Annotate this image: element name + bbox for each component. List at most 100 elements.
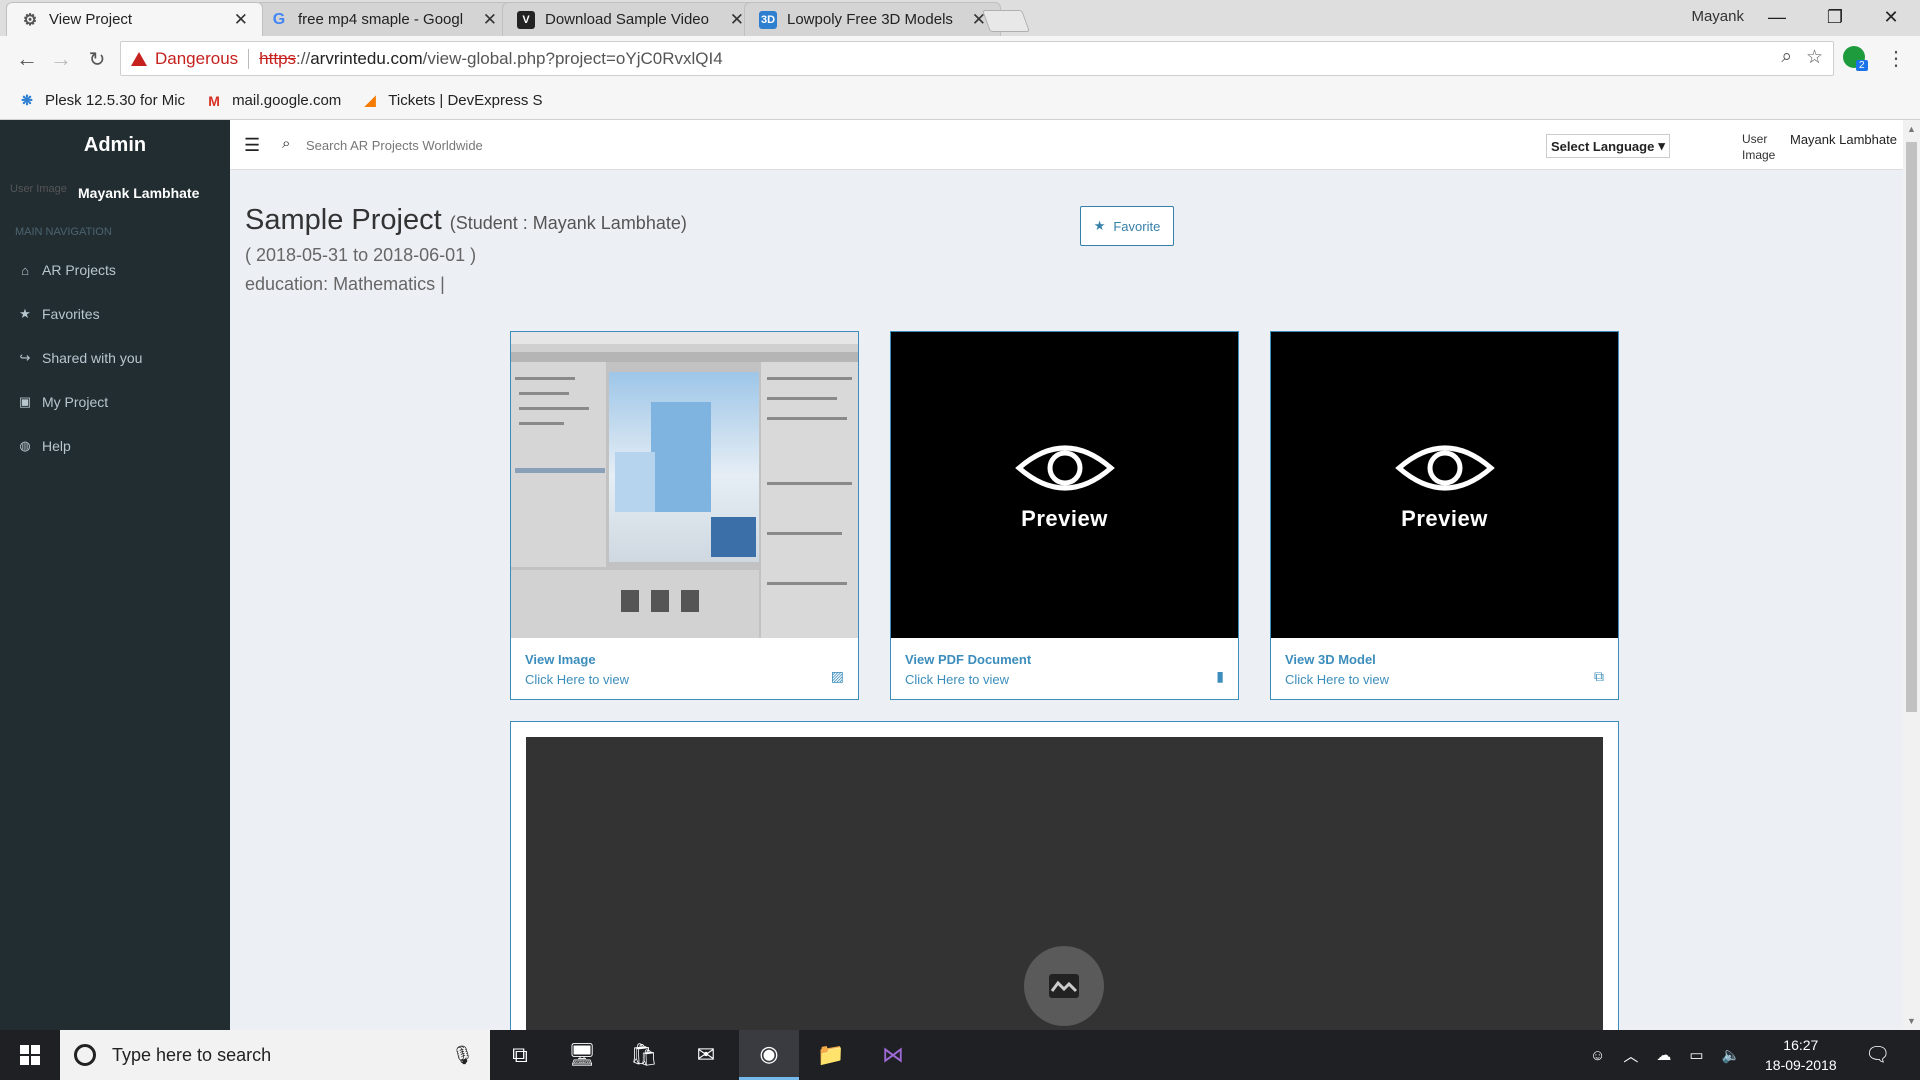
close-window-icon[interactable]: ✕ [1862, 0, 1920, 34]
bookmark-label: Plesk 12.5.30 for Mic [45, 92, 186, 109]
volume-icon[interactable]: 🔈 [1722, 1046, 1741, 1064]
card-subtitle[interactable]: Click Here to view [1285, 672, 1389, 687]
browser-tab-view-project[interactable]: ⚙ View Project ✕ [6, 2, 263, 36]
gmail-icon: M [208, 92, 220, 109]
sidebar-item-favorites[interactable]: ★ Favorites [0, 292, 230, 336]
card-view-pdf[interactable]: Preview View PDF Document Click Here to … [890, 331, 1239, 700]
bookmark-plesk[interactable]: ❋ Plesk 12.5.30 for Mic [18, 92, 185, 110]
file-icon: ▮ [1216, 668, 1224, 684]
taskbar-search[interactable]: Type here to search 🎙 [60, 1030, 490, 1080]
card-title[interactable]: View 3D Model [1285, 652, 1389, 667]
browser-tab-google[interactable]: G free mp4 smaple - Googl ✕ [255, 2, 512, 36]
favorite-button[interactable]: ★ Favorite [1080, 206, 1174, 246]
tab-title: free mp4 smaple - Googl [298, 11, 464, 28]
close-tab-icon[interactable]: ✕ [234, 10, 248, 30]
minimize-icon[interactable]: — [1748, 0, 1806, 34]
bookmark-devexpress[interactable]: ◢ Tickets | DevExpress S [361, 92, 543, 110]
home-icon: ⌂ [21, 262, 29, 278]
url-separator: :// [296, 48, 311, 68]
card-view-3d-model[interactable]: Preview View 3D Model Click Here to view… [1270, 331, 1619, 700]
avatar: User Image [1742, 132, 1776, 162]
back-arrow-icon[interactable]: ← [12, 44, 42, 74]
project-student: (Student : Mayank Lambhate) [449, 213, 687, 233]
extension-badge: 2 [1856, 60, 1868, 71]
globe-icon: ◍ [19, 438, 31, 453]
search-icon: ⌕ [282, 135, 291, 152]
visual-studio-icon[interactable]: ⋈ [863, 1030, 923, 1080]
taskbar-search-placeholder: Type here to search [112, 1044, 272, 1065]
browser-tab-bar: ⚙ View Project ✕ G free mp4 smaple - Goo… [0, 0, 1920, 36]
video-player[interactable] [526, 737, 1603, 1030]
3d-icon: 3D [759, 10, 777, 29]
address-bar[interactable]: Dangerous https :// arvrintedu.com /view… [120, 41, 1834, 76]
bookmark-label: Tickets | DevExpress S [388, 92, 543, 109]
page-title: Sample Project (Student : Mayank Lambhat… [245, 204, 687, 237]
microphone-icon[interactable]: 🎙 [451, 1045, 474, 1066]
card-subtitle[interactable]: Click Here to view [905, 672, 1031, 687]
card-subtitle[interactable]: Click Here to view [525, 672, 629, 687]
card-view-image[interactable]: View Image Click Here to view ▨ [510, 331, 859, 700]
restore-icon[interactable]: ❐ [1806, 0, 1864, 34]
security-label: Dangerous [155, 48, 239, 68]
chevron-up-icon[interactable]: ︿ [1623, 1045, 1638, 1066]
notification-icon[interactable]: 🗨 [1865, 1042, 1890, 1067]
close-tab-icon[interactable]: ✕ [483, 10, 497, 30]
project-header: Sample Project (Student : Mayank Lambhat… [245, 204, 687, 295]
battery-icon[interactable]: ▭ [1689, 1046, 1703, 1064]
search-input[interactable] [306, 132, 606, 158]
bookmark-star-icon[interactable]: ☆ [1806, 46, 1823, 69]
new-tab-button[interactable] [981, 10, 1031, 32]
onedrive-icon[interactable]: ☁ [1656, 1046, 1671, 1064]
desktop-app-icon[interactable]: 🖥 [552, 1030, 612, 1080]
main-content: ☰ ⌕ Select Language ▾ User Image Mayank … [230, 120, 1903, 1030]
pdf-thumbnail[interactable]: Preview [891, 332, 1238, 638]
sidebar-item-my-project[interactable]: ▣ My Project [0, 380, 230, 424]
windows-logo-icon [20, 1045, 40, 1065]
image-thumbnail[interactable] [511, 332, 858, 638]
browser-tab-lowpoly[interactable]: 3D Lowpoly Free 3D Models ✕ [744, 2, 1001, 36]
browser-toolbar: ← → ↻ Dangerous https :// arvrintedu.com… [0, 36, 1920, 82]
url-scheme: https [259, 48, 297, 68]
window-user-name[interactable]: Mayank [1691, 8, 1744, 25]
sidebar-item-shared[interactable]: ↪ Shared with you [0, 336, 230, 380]
web-page: Admin User Image Mayank Lambhate MAIN NA… [0, 120, 1920, 1030]
card-title[interactable]: View Image [525, 652, 629, 667]
scroll-thumb[interactable] [1906, 142, 1917, 712]
bookmark-gmail[interactable]: M mail.google.com [205, 92, 341, 110]
chrome-icon[interactable]: ◉ [739, 1030, 799, 1080]
reload-icon[interactable]: ↻ [82, 44, 112, 74]
clock-date: 18-09-2018 [1765, 1057, 1837, 1073]
forward-arrow-icon[interactable]: → [46, 44, 76, 74]
top-user-menu[interactable]: User Image Mayank Lambhate [1742, 132, 1897, 163]
browser-menu-icon[interactable]: ⋮ [1886, 46, 1906, 71]
language-select[interactable]: Select Language ▾ [1546, 134, 1670, 158]
file-explorer-icon[interactable]: 📁 [801, 1030, 861, 1080]
model-thumbnail[interactable]: Preview [1271, 332, 1618, 638]
sidebar-item-ar-projects[interactable]: ⌂ AR Projects [0, 248, 230, 292]
broken-media-icon[interactable] [1024, 946, 1104, 1026]
hamburger-menu-icon[interactable]: ☰ [244, 135, 260, 156]
start-button[interactable] [0, 1030, 60, 1080]
mail-icon[interactable]: ✉ [676, 1030, 736, 1080]
people-icon[interactable]: ☺ [1590, 1047, 1605, 1064]
sidebar-item-label: AR Projects [42, 262, 116, 278]
sidebar-item-label: Shared with you [42, 350, 143, 366]
taskbar-clock[interactable]: 16:27 18-09-2018 [1765, 1035, 1837, 1075]
task-view-icon[interactable]: ⧉ [490, 1030, 550, 1080]
close-tab-icon[interactable]: ✕ [730, 10, 744, 30]
zoom-icon[interactable]: ⌕ [1781, 46, 1792, 69]
sidebar-item-help[interactable]: ◍ Help [0, 424, 230, 468]
browser-tab-download-video[interactable]: V Download Sample Video ✕ [502, 2, 759, 36]
page-scrollbar[interactable]: ▲ ▼ [1903, 120, 1920, 1030]
card-title[interactable]: View PDF Document [905, 652, 1031, 667]
share-icon: ↪ [19, 350, 31, 365]
project-dates: ( 2018-05-31 to 2018-06-01 ) [245, 245, 477, 265]
cortana-icon [74, 1044, 96, 1066]
security-indicator[interactable]: Dangerous [121, 49, 238, 69]
scroll-up-icon[interactable]: ▲ [1907, 124, 1916, 134]
brand-logo[interactable]: Admin [0, 120, 230, 170]
tab-title: View Project [49, 11, 133, 28]
store-icon[interactable]: 🛍 [614, 1030, 674, 1080]
scroll-down-icon[interactable]: ▼ [1907, 1016, 1916, 1026]
language-select-label: Select Language [1551, 138, 1655, 154]
